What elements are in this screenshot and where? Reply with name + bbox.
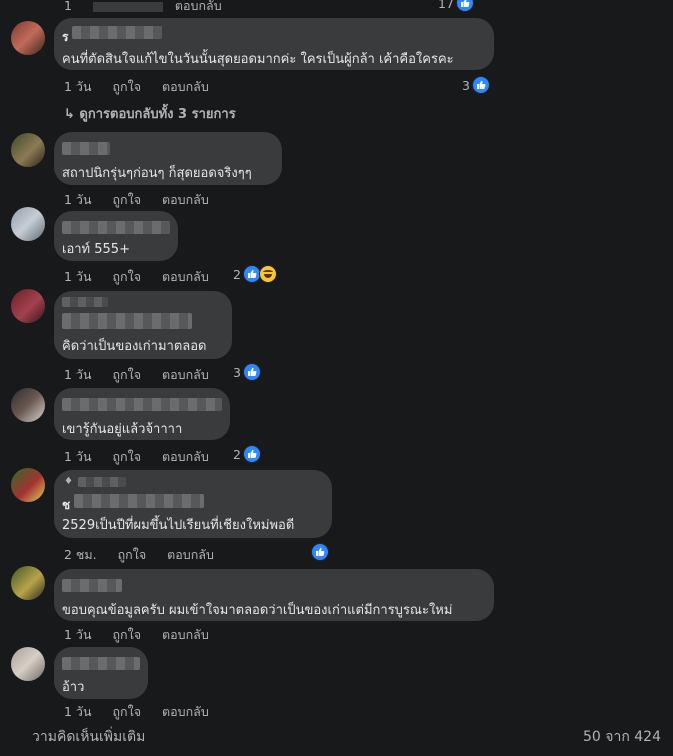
reaction-summary[interactable]: 2 [233,265,277,283]
comment-actions: 1 วัน ถูกใจ ตอบกลับ [64,267,226,287]
comment-actions: 1 วัน ถูกใจ ตอบกลับ [64,447,226,467]
timestamp[interactable]: 1 วัน [64,269,92,284]
avatar[interactable] [11,647,45,681]
reply-button[interactable]: ตอบกลับ [162,192,209,207]
comment-bubble: ร คนที่ตัดสินใจแก้ไขในวันนั้นสุดยอดมากค่… [54,18,494,70]
reply-arrow-icon: ↳ [64,107,80,122]
like-button[interactable]: ถูกใจ [118,547,147,562]
like-icon [471,76,490,94]
author-name-blurred[interactable] [72,26,162,39]
reply-button[interactable]: ตอบกลับ [162,367,209,382]
reply-button[interactable]: ตอบกลับ [162,449,209,464]
top-partial-actions: 1 ตอบกลับ [64,0,239,16]
comment-text: คิดว่าเป็นของเก่ามาตลอด [62,339,207,354]
author-badge-blurred [78,477,126,487]
comment-text: ขอบคุณข้อมูลครับ ผมเข้าใจมาตลอดว่าเป็นขอ… [62,603,453,618]
reaction-summary[interactable]: 3 [462,76,490,94]
avatar[interactable] [11,388,45,422]
reaction-summary[interactable] [311,543,329,561]
avatar[interactable] [11,21,45,55]
author-name[interactable]: ช [62,496,70,515]
avatar[interactable] [11,566,45,600]
comment-actions: 2 ชม. ถูกใจ ตอบกลับ [64,545,231,565]
author-name[interactable]: ร [62,28,68,47]
comment-actions: 1 วัน ถูกใจ ตอบกลับ [64,365,226,385]
author-name-blurred[interactable] [62,313,192,329]
author-name-blurred[interactable] [62,221,170,234]
top-fan-badge-icon: ♦ [64,476,73,487]
like-button[interactable]: ถูกใจ [112,627,141,642]
like-icon [311,543,329,561]
author-name-blurred[interactable] [62,579,122,592]
comment-bubble: เอาท์ 555+ [54,211,178,261]
reply-button[interactable]: ตอบกลับ [167,547,214,562]
view-replies-link[interactable]: ↳ ดูการตอบกลับทั้ง 3 รายการ [64,103,236,124]
like-button[interactable]: ถูกใจ [112,192,141,207]
author-name-blurred[interactable] [62,142,110,155]
timestamp[interactable]: 1 วัน [64,367,92,382]
view-more-comments-link[interactable]: วามคิดเห็นเพิ่มเติม [32,726,145,748]
timestamp[interactable]: 1 วัน [64,704,92,719]
reaction-summary[interactable]: 3 [233,363,261,381]
like-button[interactable]: ถูกใจ [112,367,141,382]
comment-bubble: อ้าว [54,647,148,699]
reply-button[interactable]: ตอบกลับ [162,79,209,94]
author-name-blurred[interactable] [62,657,140,670]
avatar[interactable] [11,133,45,167]
comment-text: เอาท์ 555+ [62,242,130,257]
haha-icon [258,265,277,283]
reaction-summary[interactable]: 17 [438,0,474,12]
author-badge-blurred [62,297,108,307]
reply-button[interactable]: ตอบกลับ [162,269,209,284]
comment-actions: 1 วัน ถูกใจ ตอบกลับ [64,625,226,645]
like-button[interactable]: ถูกใจ [112,449,141,464]
comment-bubble: ♦ ช 2529เป็นปีที่ผมขึ้นไปเรียนที่เชียงให… [54,470,332,538]
reply-button[interactable]: ตอบกลับ [162,627,209,642]
like-button[interactable]: ถูกใจ [112,79,141,94]
avatar[interactable] [11,468,45,502]
blurred-text [92,1,163,12]
reply-link[interactable]: ตอบกลับ [175,0,222,13]
author-name-blurred[interactable] [74,494,204,508]
timestamp[interactable]: 1 วัน [64,449,92,464]
timestamp[interactable]: 1 วัน [64,192,92,207]
avatar[interactable] [11,289,45,323]
timestamp[interactable]: 2 ชม. [64,547,97,562]
like-icon [242,363,261,381]
comment-actions: 1 วัน ถูกใจ ตอบกลับ [64,190,226,210]
like-button[interactable]: ถูกใจ [112,704,141,719]
timestamp[interactable]: 1 วัน [64,627,92,642]
like-icon [242,445,261,463]
comment-bubble: ขอบคุณข้อมูลครับ ผมเข้าใจมาตลอดว่าเป็นขอ… [54,569,494,621]
like-button[interactable]: ถูกใจ [112,269,141,284]
comment-text: อ้าว [62,680,85,695]
comment-text: คนที่ตัดสินใจแก้ไขในวันนั้นสุดยอดมากค่ะ … [62,52,454,67]
like-icon [455,0,474,12]
comment-actions: 1 วัน ถูกใจ ตอบกลับ [64,702,226,722]
author-name-blurred[interactable] [62,398,222,411]
comment-actions: 1 วัน ถูกใจ ตอบกลับ [64,77,226,97]
comment-pagination-count: 50 จาก 424 [583,729,661,745]
comment-text: 2529เป็นปีที่ผมขึ้นไปเรียนที่เชียงใหม่พอ… [62,518,295,533]
reply-button[interactable]: ตอบกลับ [162,704,209,719]
comment-bubble: คิดว่าเป็นของเก่ามาตลอด [54,291,232,359]
comment-bubble: สถาปนิกรุ่นๆก่อนๆ ก็สุดยอดจริงๆๆ [54,132,282,185]
comment-text: เขารู้กันอยู่แล้วจ้าาาา [62,422,183,437]
reaction-summary[interactable]: 2 [233,445,261,463]
partial-time: 1 [64,0,72,13]
comment-bubble: เขารู้กันอยู่แล้วจ้าาาา [54,388,230,440]
avatar[interactable] [11,207,45,241]
timestamp[interactable]: 1 วัน [64,79,92,94]
comment-text: สถาปนิกรุ่นๆก่อนๆ ก็สุดยอดจริงๆๆ [62,166,252,181]
